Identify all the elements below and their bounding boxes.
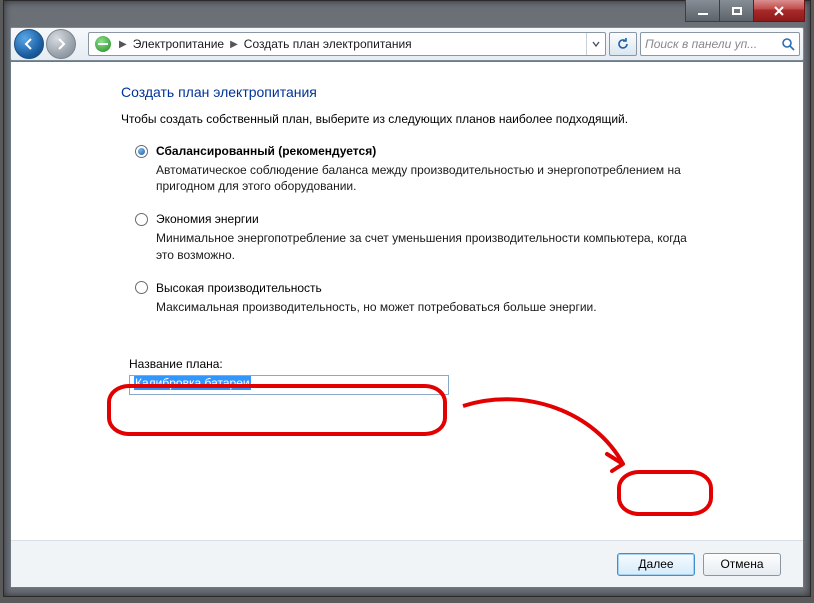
plan-title[interactable]: Сбалансированный (рекомендуется) xyxy=(156,144,376,158)
window-caption-buttons xyxy=(686,0,805,21)
plan-description: Автоматическое соблюдение баланса между … xyxy=(156,162,705,194)
forward-button[interactable] xyxy=(46,29,76,59)
breadcrumb-item[interactable]: Электропитание xyxy=(129,37,228,51)
navigation-bar: ▶ Электропитание ▶ Создать план электроп… xyxy=(10,27,804,61)
page-title: Создать план электропитания xyxy=(121,84,705,100)
control-panel-icon xyxy=(95,36,111,52)
plan-name-value: Калибровка батареи xyxy=(134,376,251,390)
address-bar[interactable]: ▶ Электропитание ▶ Создать план электроп… xyxy=(88,32,606,56)
plan-title[interactable]: Экономия энергии xyxy=(156,212,259,226)
plan-description: Минимальное энергопотребление за счет ум… xyxy=(156,230,705,262)
search-input[interactable]: Поиск в панели уп... xyxy=(640,32,800,56)
breadcrumb-item[interactable]: Создать план электропитания xyxy=(240,37,416,51)
chevron-right-icon: ▶ xyxy=(228,39,240,50)
plan-name-input[interactable]: Калибровка батареи xyxy=(129,375,449,395)
plan-name-label: Название плана: xyxy=(129,357,705,371)
close-button[interactable] xyxy=(753,0,805,22)
next-button[interactable]: Далее xyxy=(617,553,695,576)
plan-title[interactable]: Высокая производительность xyxy=(156,281,322,295)
chevron-right-icon: ▶ xyxy=(117,39,129,50)
chevron-down-icon xyxy=(592,40,600,48)
cancel-button[interactable]: Отмена xyxy=(703,553,781,576)
close-icon xyxy=(773,5,785,17)
dialog-footer: Далее Отмена xyxy=(11,540,803,587)
plan-option-high: Высокая производительность Максимальная … xyxy=(135,281,705,315)
search-icon[interactable] xyxy=(781,37,795,51)
plan-radio-saver[interactable] xyxy=(135,213,148,226)
arrow-left-icon xyxy=(22,37,36,51)
plan-option-saver: Экономия энергии Минимальное энергопотре… xyxy=(135,212,705,262)
search-placeholder: Поиск в панели уп... xyxy=(645,37,781,51)
refresh-button[interactable] xyxy=(609,32,637,56)
page-intro: Чтобы создать собственный план, выберите… xyxy=(121,112,705,126)
maximize-button[interactable] xyxy=(719,0,754,22)
back-button[interactable] xyxy=(14,29,44,59)
address-history-dropdown[interactable] xyxy=(586,33,605,55)
plan-option-balanced: Сбалансированный (рекомендуется) Автомат… xyxy=(135,144,705,194)
refresh-icon xyxy=(616,37,630,51)
plan-radio-balanced[interactable] xyxy=(135,145,148,158)
plan-radio-high[interactable] xyxy=(135,281,148,294)
minimize-button[interactable] xyxy=(685,0,720,22)
plan-description: Максимальная производительность, но може… xyxy=(156,299,705,315)
arrow-right-icon xyxy=(54,37,68,51)
window: ▶ Электропитание ▶ Создать план электроп… xyxy=(3,0,811,597)
client-area: Создать план электропитания Чтобы создат… xyxy=(10,61,804,588)
